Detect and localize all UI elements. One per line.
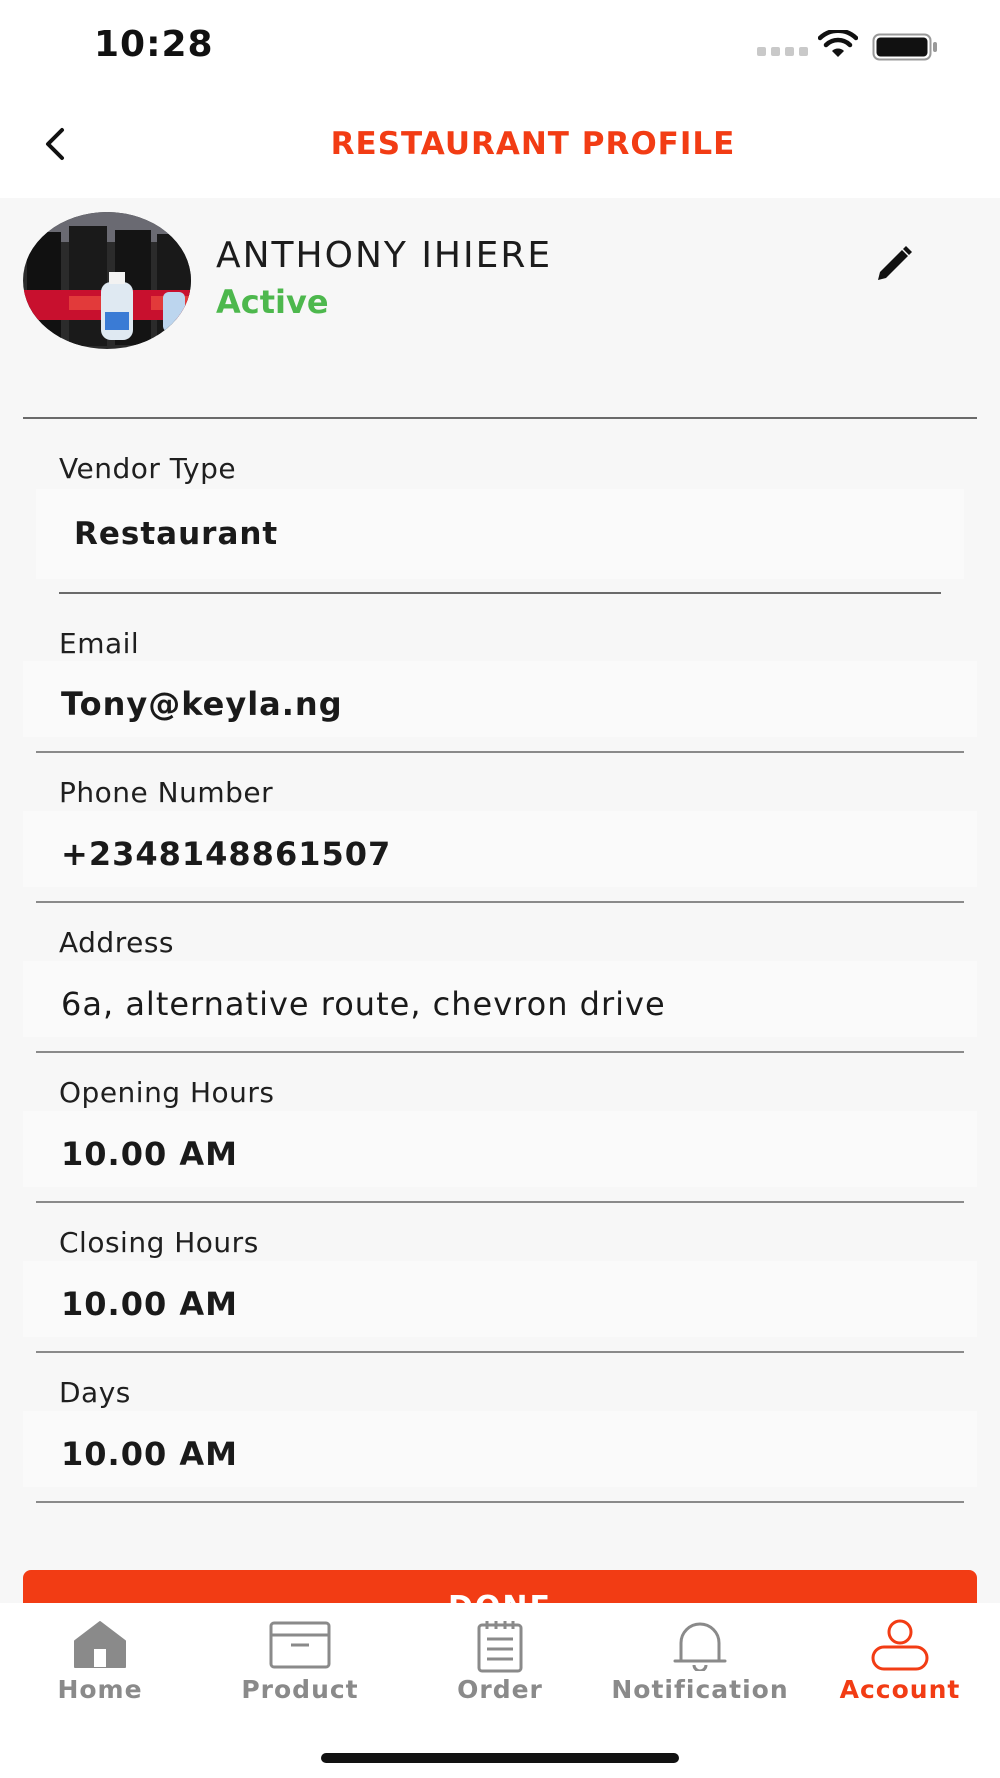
email-value: Tony@keyla.ng: [61, 685, 343, 723]
tab-order[interactable]: Order: [400, 1603, 600, 1733]
tab-account-label: Account: [839, 1675, 961, 1704]
order-icon: [477, 1621, 523, 1673]
field-divider: [36, 751, 964, 753]
phone-number-label: Phone Number: [59, 776, 274, 809]
done-button[interactable]: DONE: [23, 1570, 977, 1603]
wifi-icon: [818, 30, 858, 57]
profile-content[interactable]: ANTHONY IHIERE Active Vendor Type Restau…: [0, 198, 1000, 1603]
tab-account[interactable]: Account: [800, 1603, 1000, 1733]
tab-home[interactable]: Home: [0, 1603, 200, 1733]
field-divider: [36, 1201, 964, 1203]
opening-hours-label: Opening Hours: [59, 1076, 275, 1109]
address-value: 6a, alternative route, chevron drive: [61, 985, 666, 1023]
field-divider: [36, 1501, 964, 1503]
nav-header: RESTAURANT PROFILE: [0, 90, 1000, 198]
home-icon: [74, 1621, 126, 1668]
opening-hours-value: 10.00 AM: [61, 1135, 238, 1173]
avatar: [23, 212, 191, 349]
profile-divider: [23, 417, 977, 419]
closing-hours-value: 10.00 AM: [61, 1285, 238, 1323]
tab-order-label: Order: [457, 1675, 543, 1704]
tab-notification-label: Notification: [611, 1675, 789, 1704]
tab-product[interactable]: Product: [200, 1603, 400, 1733]
profile-name: ANTHONY IHIERE: [216, 235, 553, 276]
field-divider: [36, 901, 964, 903]
status-bar: 10:28: [0, 0, 1000, 90]
field-divider: [36, 1351, 964, 1353]
page-title: RESTAURANT PROFILE: [330, 126, 736, 162]
tab-bar: Home Product Order Notification Account: [0, 1603, 1000, 1778]
days-label: Days: [59, 1376, 131, 1409]
product-icon: [269, 1621, 331, 1669]
address-label: Address: [59, 926, 175, 959]
home-indicator: [321, 1753, 679, 1763]
status-badge: Active: [216, 283, 329, 321]
vendor-type-label: Vendor Type: [59, 452, 237, 485]
tab-home-label: Home: [57, 1675, 143, 1704]
battery-icon: [872, 33, 937, 61]
edit-icon[interactable]: [872, 242, 916, 286]
closing-hours-label: Closing Hours: [59, 1226, 259, 1259]
tab-notification[interactable]: Notification: [600, 1603, 800, 1733]
vendor-type-value: Restaurant: [74, 516, 279, 552]
cellular-signal-icon: [757, 47, 808, 56]
email-label: Email: [59, 627, 140, 660]
bell-icon: [673, 1622, 727, 1671]
tab-product-label: Product: [241, 1675, 359, 1704]
field-divider: [59, 592, 941, 594]
days-value: 10.00 AM: [61, 1435, 238, 1473]
account-icon: [871, 1619, 929, 1671]
field-divider: [36, 1051, 964, 1053]
status-time: 10:28: [94, 24, 214, 65]
phone-number-value: +2348148861507: [61, 835, 392, 873]
